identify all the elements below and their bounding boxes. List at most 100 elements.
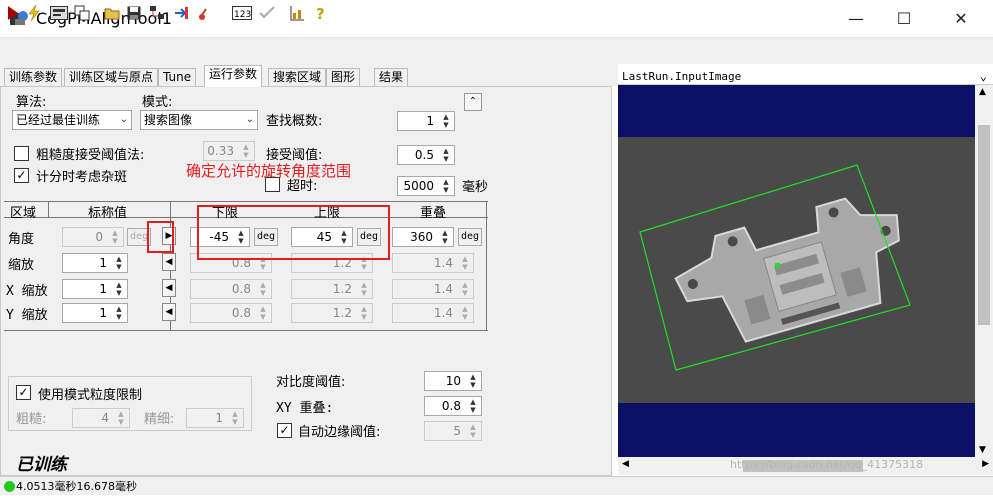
- spin-arrows-icon[interactable]: ▲ ▼: [466, 373, 480, 389]
- timeout-unit: 毫秒: [462, 180, 489, 195]
- y-scale-low-value: 0.8: [231, 306, 251, 320]
- auto-edge-label: 自动边缘阈值:: [298, 425, 381, 440]
- timeout-input[interactable]: 5000 ▲ ▼: [397, 176, 455, 196]
- scroll-down-icon[interactable]: ▼: [979, 445, 986, 455]
- tab-run-params[interactable]: 运行参数: [204, 65, 263, 87]
- save-icon[interactable]: [125, 4, 143, 22]
- spin-arrows-icon: ▲ ▼: [232, 410, 238, 426]
- y-scale-low-input: 0.8 ▲ ▼: [190, 303, 272, 323]
- spin-arrows-icon: ▲ ▼: [462, 281, 468, 297]
- xy-overlap-value: 0.8: [441, 399, 461, 413]
- reset-icon[interactable]: [196, 4, 214, 22]
- coarse-threshold-value: 0.33: [207, 144, 234, 158]
- x-scale-nominal-input[interactable]: 1 ▲ ▼: [62, 279, 128, 299]
- coarse-threshold-checkbox[interactable]: [14, 146, 29, 161]
- chevron-down-icon[interactable]: ⌄: [980, 68, 987, 85]
- y-scale-nominal-value: 1: [99, 306, 107, 320]
- status-bar: 4.0513毫秒16.678毫秒: [0, 476, 993, 495]
- scroll-up-icon[interactable]: ▲: [979, 87, 986, 97]
- tab-train-params[interactable]: 训练参数: [4, 68, 63, 86]
- spin-arrows-icon[interactable]: ▲ ▼: [438, 229, 452, 245]
- expand-highlight-box: [147, 221, 174, 253]
- network-icon[interactable]: [148, 4, 166, 22]
- check-icon: [258, 4, 276, 22]
- xy-overlap-input[interactable]: 0.8 ▲ ▼: [424, 396, 482, 416]
- clutter-label: 计分时考虑杂斑: [36, 170, 128, 185]
- algorithm-select[interactable]: 已经过最佳训练 ⌄: [12, 110, 132, 130]
- scroll-left-icon[interactable]: ◀: [622, 459, 629, 469]
- y-scale-expand-button[interactable]: ◀: [162, 303, 176, 321]
- angle-overlap-deg-button[interactable]: deg: [458, 228, 482, 246]
- auto-edge-checkbox[interactable]: ✓: [277, 423, 292, 438]
- timeout-value: 5000: [403, 179, 434, 193]
- run-icon[interactable]: [4, 4, 22, 22]
- trained-status-label: 已训练: [16, 455, 67, 475]
- spin-arrows-icon[interactable]: ▲ ▼: [439, 113, 453, 129]
- row-x-scale-label: X 缩放: [6, 284, 48, 299]
- spin-arrows-icon[interactable]: ▲ ▼: [466, 398, 480, 414]
- mode-label: 模式:: [142, 95, 173, 110]
- toolbar: [0, 38, 993, 64]
- scale-nominal-input[interactable]: 1 ▲ ▼: [62, 253, 128, 273]
- accept-threshold-input[interactable]: 0.5 ▲ ▼: [397, 145, 455, 165]
- angle-nominal-input: 0 ▲ ▼: [62, 227, 124, 247]
- tab-results[interactable]: 结果: [374, 68, 409, 86]
- display-icon[interactable]: [49, 4, 69, 22]
- granularity-fine-label: 精细:: [144, 412, 175, 427]
- vertical-scroll-thumb[interactable]: [978, 125, 990, 325]
- maximize-button[interactable]: ☐: [881, 0, 927, 38]
- spin-arrows-icon: ▲ ▼: [260, 305, 266, 321]
- spin-arrows-icon: ▲ ▼: [118, 410, 124, 426]
- y-scale-nominal-input[interactable]: 1 ▲ ▼: [62, 303, 128, 323]
- x-scale-expand-button[interactable]: ◀: [162, 279, 176, 297]
- find-count-value: 1: [426, 114, 434, 128]
- granularity-fine-value: 1: [215, 411, 223, 425]
- image-display[interactable]: [618, 85, 975, 457]
- lightning-icon[interactable]: [25, 4, 43, 22]
- mode-select[interactable]: 搜索图像 ⌄: [140, 110, 258, 130]
- tab-tune[interactable]: Tune: [158, 68, 197, 86]
- tab-graphics[interactable]: 图形: [326, 68, 361, 86]
- scale-nominal-value: 1: [99, 256, 107, 270]
- spin-arrows-icon[interactable]: ▲ ▼: [112, 305, 126, 321]
- number-icon[interactable]: 123: [232, 4, 252, 22]
- double-chevron-up-icon: ⌃: [468, 96, 478, 107]
- help-icon[interactable]: ?: [312, 4, 330, 22]
- open-icon[interactable]: [103, 4, 121, 22]
- granularity-coarse-label: 粗糙:: [16, 412, 47, 427]
- scroll-right-icon[interactable]: ▶: [982, 459, 989, 469]
- contrast-input[interactable]: 10 ▲ ▼: [424, 371, 482, 391]
- triangle-left-icon: ◀: [165, 283, 173, 293]
- coarse-threshold-input: 0.33 ▲ ▼: [203, 141, 255, 161]
- timeout-checkbox[interactable]: [265, 177, 280, 192]
- scale-expand-button[interactable]: ◀: [162, 253, 176, 271]
- vertical-scrollbar[interactable]: ▲ ▼: [975, 85, 993, 457]
- clutter-checkbox[interactable]: ✓: [14, 168, 29, 183]
- y-scale-high-input: 1.2 ▲ ▼: [291, 303, 373, 323]
- chevron-down-icon: ⌄: [245, 114, 254, 125]
- tab-train-region[interactable]: 训练区域与原点: [64, 68, 159, 86]
- scale-overlap-value: 1.4: [433, 256, 453, 270]
- inspection-image: [618, 85, 975, 457]
- import-icon[interactable]: [172, 4, 190, 22]
- x-scale-overlap-input: 1.4 ▲ ▼: [392, 279, 474, 299]
- y-scale-overlap-input: 1.4 ▲ ▼: [392, 303, 474, 323]
- close-button[interactable]: ✕: [938, 0, 984, 38]
- granularity-checkbox[interactable]: ✓: [16, 385, 31, 400]
- watermark-url: https://blog.csdn.net/qq_41375318: [730, 458, 924, 471]
- granularity-coarse-value: 4: [101, 411, 109, 425]
- spin-arrows-icon[interactable]: ▲ ▼: [439, 147, 453, 163]
- spin-arrows-icon[interactable]: ▲ ▼: [112, 255, 126, 271]
- chevron-down-icon: ⌄: [119, 114, 128, 125]
- find-count-input[interactable]: 1 ▲ ▼: [397, 111, 455, 131]
- auto-edge-input: 5 ▲ ▼: [424, 421, 482, 441]
- spin-arrows-icon[interactable]: ▲ ▼: [112, 281, 126, 297]
- spin-arrows-icon[interactable]: ▲ ▼: [439, 178, 453, 194]
- tab-search-region[interactable]: 搜索区域: [268, 68, 327, 86]
- collapse-button[interactable]: ⌃: [464, 93, 482, 111]
- copy-icon[interactable]: [73, 4, 91, 22]
- chart-icon[interactable]: [288, 4, 306, 22]
- horizontal-scrollbar[interactable]: ◀ ▶ https://blog.csdn.net/qq_41375318: [618, 457, 993, 475]
- angle-overlap-input[interactable]: 360 ▲ ▼: [392, 227, 454, 247]
- minimize-button[interactable]: —: [833, 0, 879, 38]
